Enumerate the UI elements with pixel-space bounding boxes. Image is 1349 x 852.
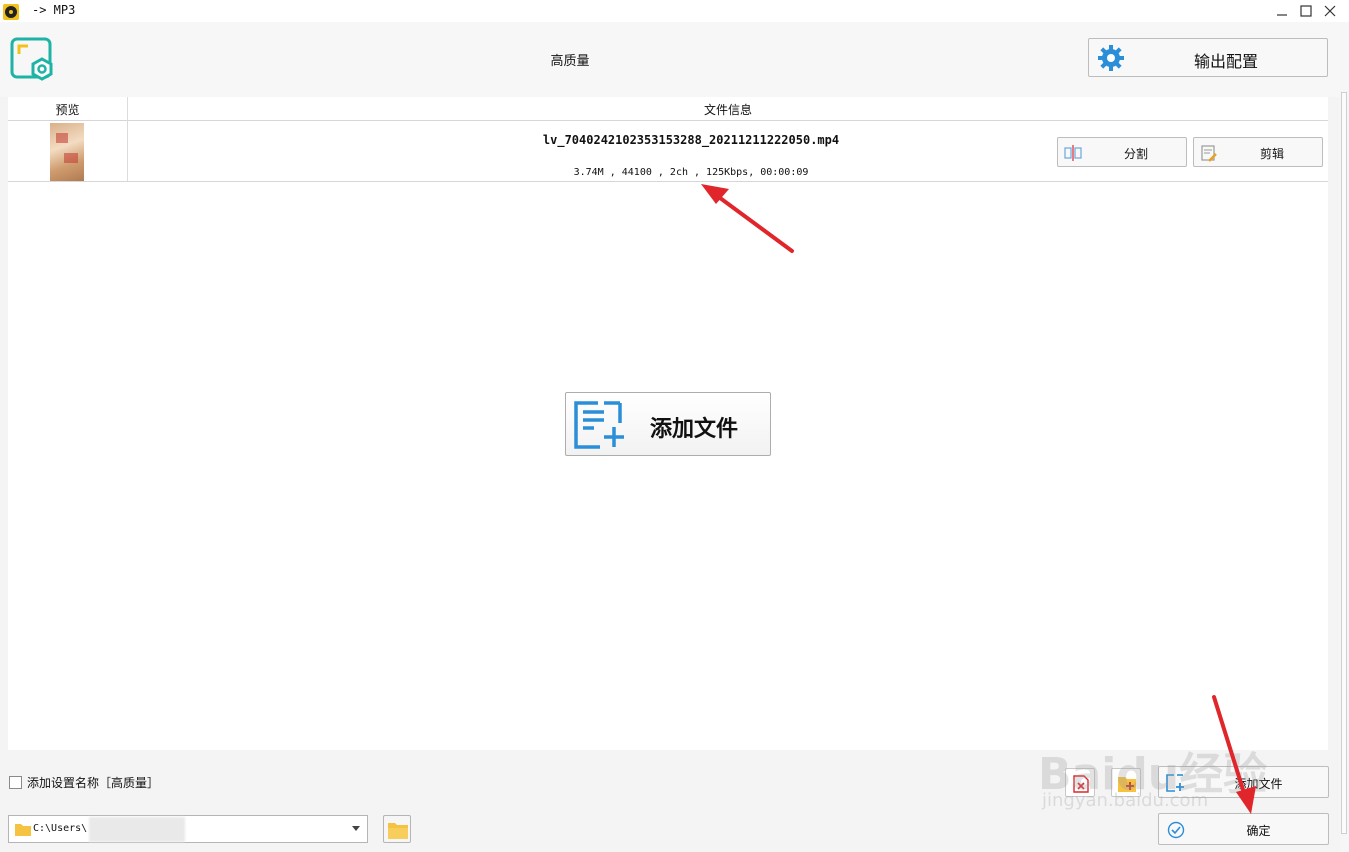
output-path-value: C:\Users\ xyxy=(33,823,88,834)
output-config-label: 输出配置 xyxy=(1193,52,1258,71)
output-config-button[interactable]: 输出配置 xyxy=(1088,38,1328,77)
remove-file-icon xyxy=(1073,775,1089,793)
column-header-preview[interactable]: 预览 xyxy=(8,101,127,118)
edit-label: 剪辑 xyxy=(1259,147,1284,161)
add-file-center-button[interactable]: 添加文件 xyxy=(565,392,771,456)
logo-icon xyxy=(10,37,53,81)
gear-icon xyxy=(1098,45,1124,71)
check-circle-icon xyxy=(1167,821,1185,839)
add-file-center-label: 添加文件 xyxy=(650,416,739,442)
folder-open-icon xyxy=(388,823,408,839)
add-folder-icon xyxy=(1118,777,1136,792)
close-icon[interactable] xyxy=(1320,2,1340,20)
add-file-icon xyxy=(1166,774,1184,792)
add-file-label: 添加文件 xyxy=(1234,777,1283,791)
remove-file-button[interactable] xyxy=(1065,768,1095,797)
confirm-button[interactable]: 确定 xyxy=(1158,813,1329,845)
add-file-button[interactable]: 添加文件 xyxy=(1158,766,1329,798)
chevron-down-icon[interactable] xyxy=(352,826,360,831)
redacted-path xyxy=(89,817,185,842)
file-info: 3.74M , 44100 , 2ch , 125Kbps, 00:00:09 xyxy=(573,167,809,178)
window-title: -> MP3 xyxy=(32,3,76,17)
maximize-icon[interactable] xyxy=(1296,2,1316,20)
add-folder-button[interactable] xyxy=(1111,768,1141,797)
split-label: 分割 xyxy=(1123,147,1148,161)
video-thumbnail xyxy=(50,123,84,181)
output-path-select[interactable]: C:\Users\ xyxy=(8,815,368,843)
title-bar: -> MP3 xyxy=(0,0,1349,22)
app-icon xyxy=(3,4,19,20)
preset-name: 高质量 xyxy=(550,54,590,69)
minimize-icon[interactable] xyxy=(1272,2,1292,20)
confirm-label: 确定 xyxy=(1246,824,1271,838)
edit-button[interactable]: 剪辑 xyxy=(1193,137,1323,167)
add-setting-name-checkbox[interactable] xyxy=(9,776,22,789)
column-header-file-info[interactable]: 文件信息 xyxy=(128,101,1328,118)
split-button[interactable]: 分割 xyxy=(1057,137,1187,167)
add-setting-name-label[interactable]: 添加设置名称［高质量］ xyxy=(27,774,159,791)
folder-icon xyxy=(15,824,31,836)
browse-folder-button[interactable] xyxy=(383,815,411,843)
edit-icon xyxy=(1201,145,1217,162)
split-icon xyxy=(1064,145,1082,161)
add-file-icon xyxy=(574,401,624,449)
scrollbar-thumb[interactable] xyxy=(1341,92,1347,834)
